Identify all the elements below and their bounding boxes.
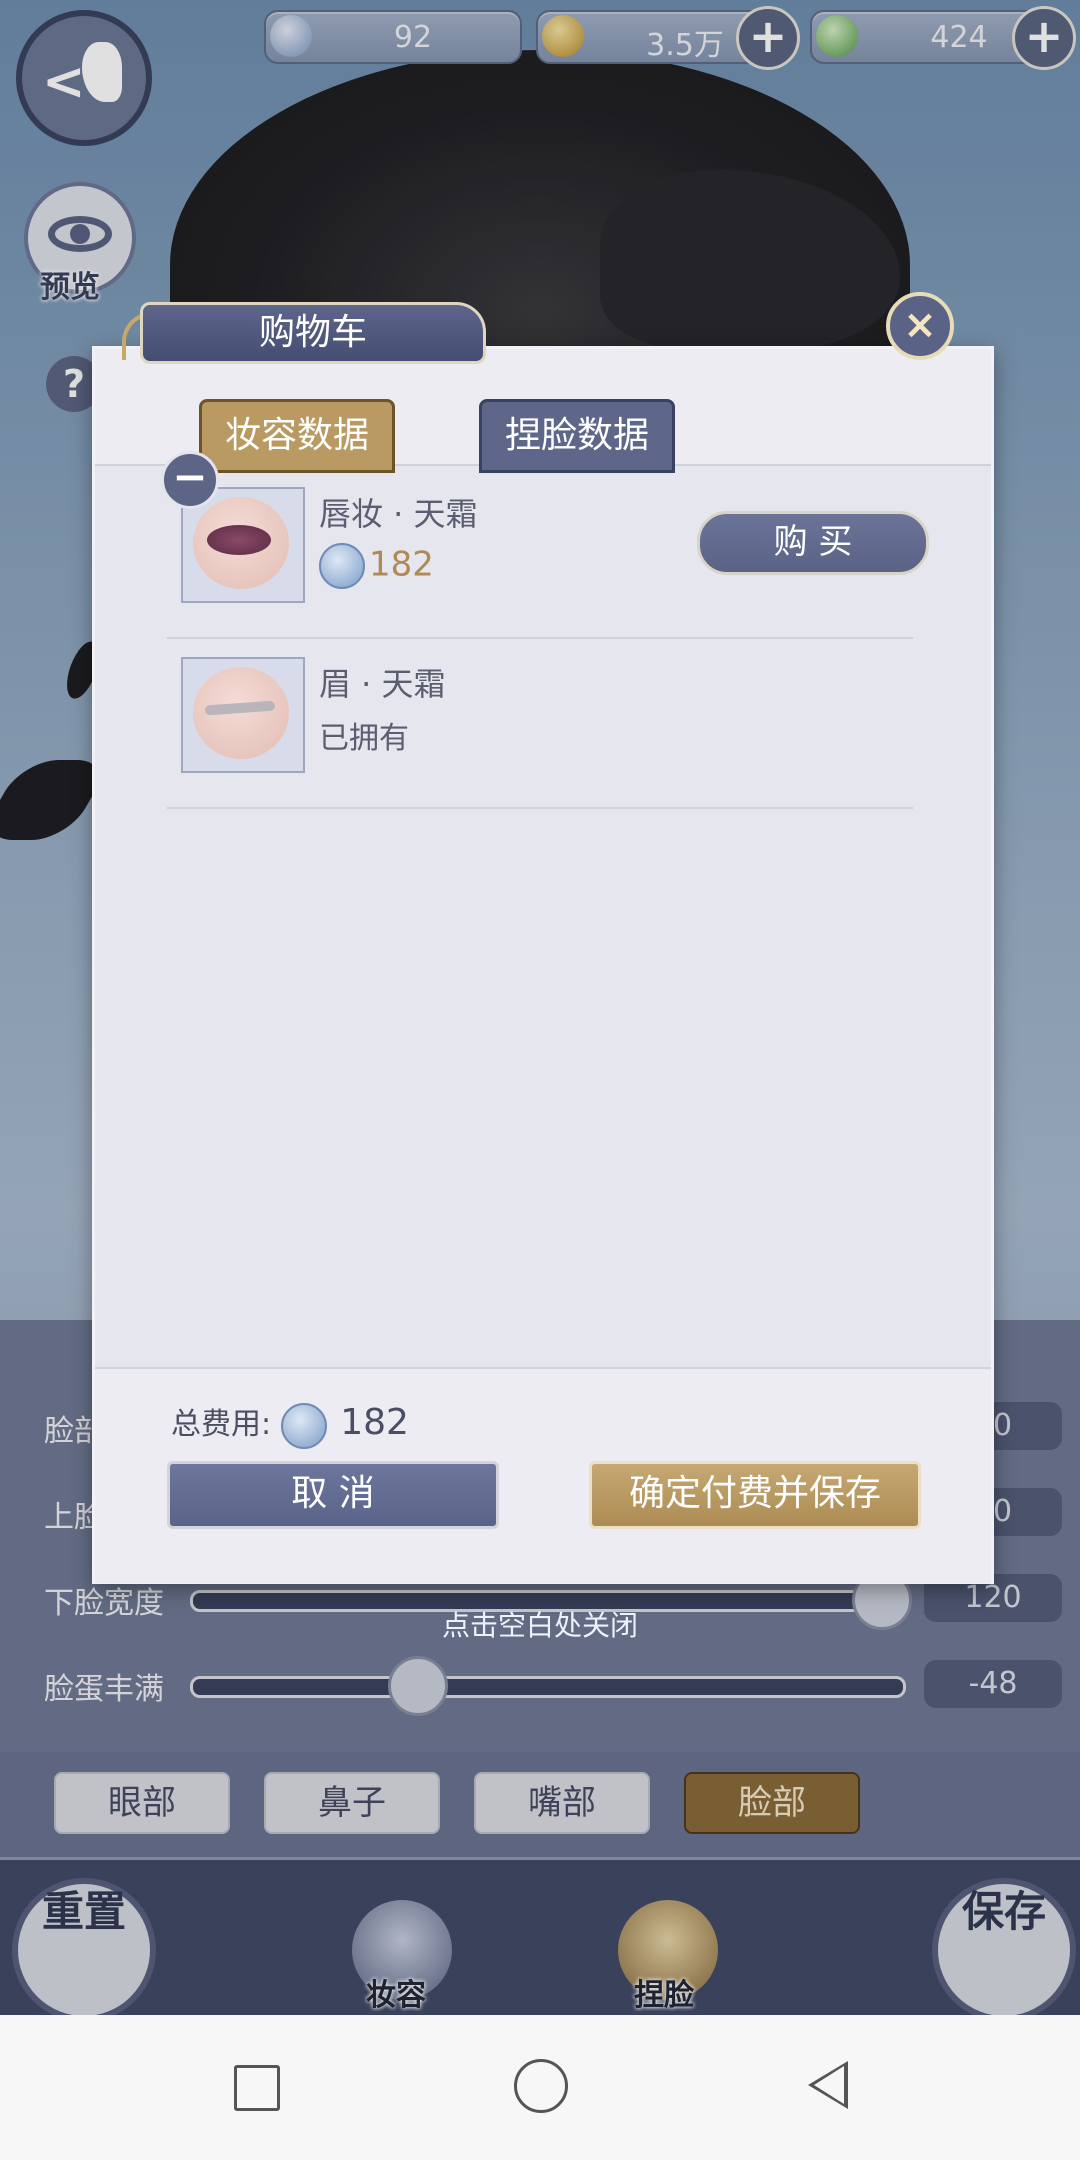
total-value: 182 [340,1402,409,1443]
tab-makeup-data[interactable]: 妆容数据 [199,399,395,473]
total-cost: 总费用: 182 [171,1399,409,1449]
jade-coin-icon [319,543,365,589]
dialog-header: 妆容数据 捏脸数据 [95,349,991,473]
home-icon[interactable] [514,2059,568,2113]
item-name: 眉 · 天霜 [319,665,446,703]
tab-face-data[interactable]: 捏脸数据 [479,399,675,473]
shopping-cart-dialog: 妆容数据 捏脸数据 − 唇妆 · 天霜 182 购 买 眉 · 天霜 已拥有 总… [92,346,994,1584]
item-name: 唇妆 · 天霜 [319,495,478,533]
close-icon[interactable]: × [886,292,954,360]
remove-item-button[interactable]: − [161,451,219,509]
item-thumbnail [181,657,305,773]
jade-coin-icon [280,1402,327,1449]
system-nav-bar [0,2015,1080,2160]
lips-icon [207,525,271,555]
cart-item: − 唇妆 · 天霜 182 购 买 [161,451,929,639]
confirm-pay-save-button[interactable]: 确定付费并保存 [589,1461,921,1529]
tap-to-close-hint: 点击空白处关闭 [441,1609,638,1642]
cart-item: 眉 · 天霜 已拥有 [167,639,913,809]
dialog-footer: 总费用: 182 取 消 确定付费并保存 [95,1367,991,1583]
item-price: 182 [319,543,434,589]
buy-button[interactable]: 购 买 [697,511,929,575]
total-label: 总费用: [171,1407,272,1442]
dialog-title: 购物车 [140,302,486,364]
cancel-button[interactable]: 取 消 [167,1461,499,1529]
back-triangle-inner [814,2066,844,2104]
recent-apps-icon[interactable] [234,2065,280,2111]
item-owned-status: 已拥有 [319,721,409,756]
